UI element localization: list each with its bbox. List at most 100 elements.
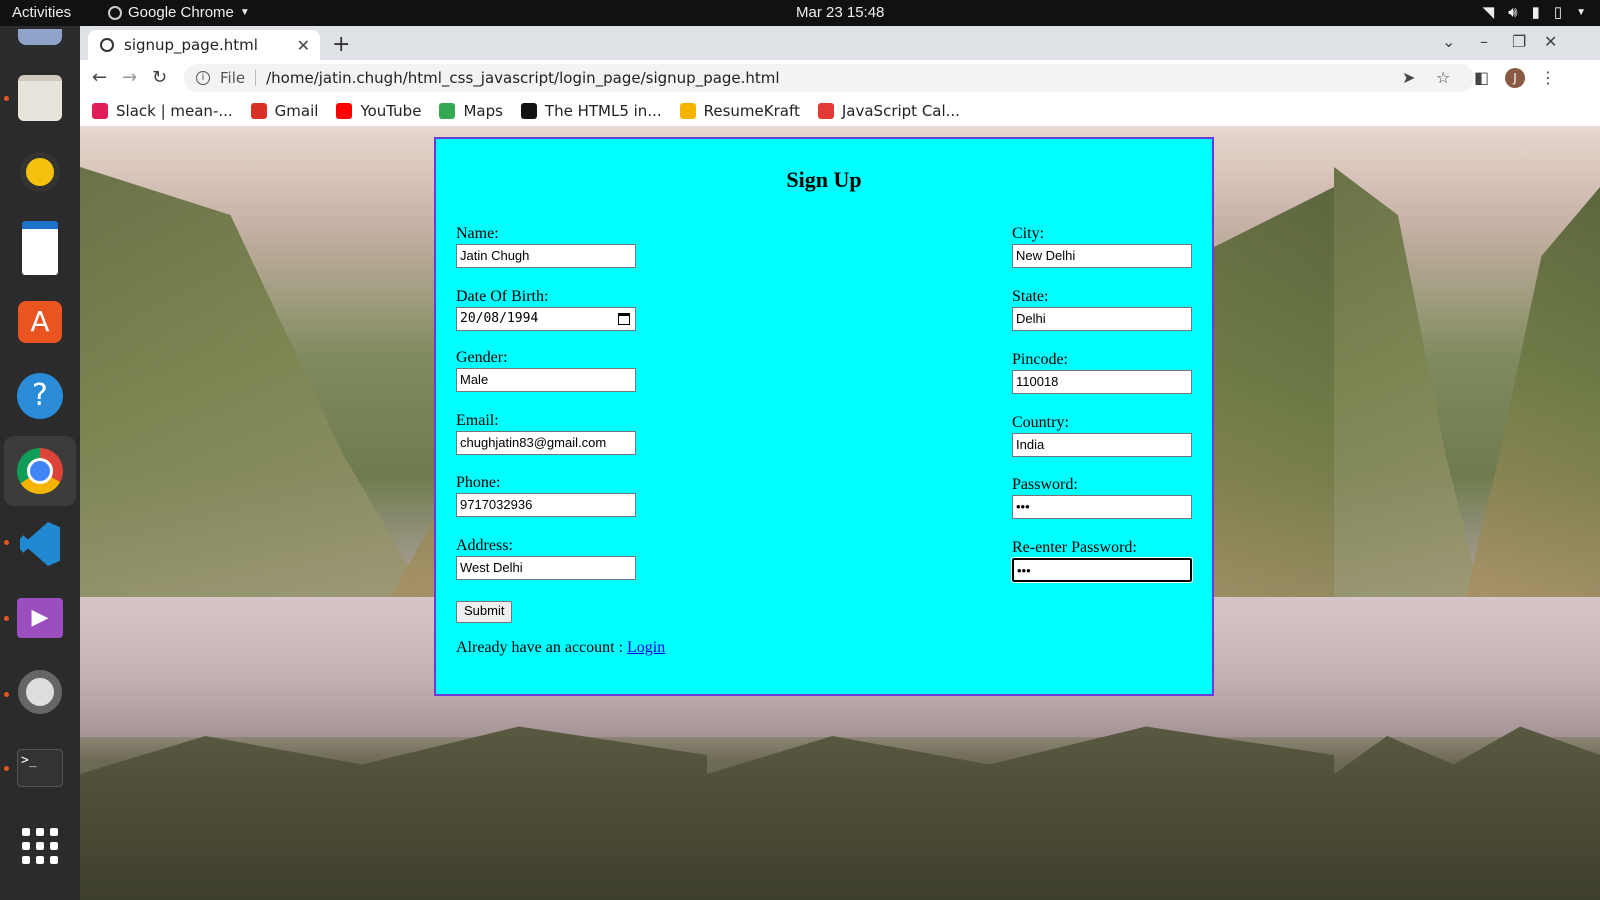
activities-button[interactable]: Activities bbox=[12, 4, 71, 21]
kebab-menu-icon[interactable]: ⋮ bbox=[1540, 68, 1556, 87]
name-label: Name: bbox=[456, 225, 499, 242]
state-input[interactable]: Delhi bbox=[1012, 307, 1192, 331]
close-tab-icon[interactable]: ✕ bbox=[297, 36, 310, 55]
clock[interactable]: Mar 23 15:48 bbox=[796, 4, 884, 21]
email-input[interactable]: chughjatin83@gmail.com bbox=[456, 431, 636, 455]
dob-label: Date Of Birth: bbox=[456, 288, 549, 305]
bookmark-gmail[interactable]: Gmail bbox=[250, 102, 318, 120]
address-input[interactable]: West Delhi bbox=[456, 556, 636, 580]
dob-input[interactable]: 20/08/1994 bbox=[456, 307, 636, 331]
name-input[interactable]: Jatin Chugh bbox=[456, 244, 636, 268]
app-menu[interactable]: Google Chrome ▼ bbox=[108, 4, 250, 21]
back-icon[interactable]: ← bbox=[92, 67, 107, 88]
microphone-icon: ▮ bbox=[1531, 4, 1540, 21]
gender-input[interactable]: Male bbox=[456, 368, 636, 392]
send-icon[interactable]: ➤ bbox=[1402, 68, 1415, 87]
slack-icon bbox=[92, 103, 108, 119]
bookmark-label: Maps bbox=[463, 102, 503, 120]
email-label: Email: bbox=[456, 412, 499, 429]
city-input[interactable]: New Delhi bbox=[1012, 244, 1192, 268]
files-icon[interactable] bbox=[14, 72, 66, 124]
bookmark-maps[interactable]: Maps bbox=[439, 102, 503, 120]
pincode-label: Pincode: bbox=[1012, 351, 1068, 368]
bookmark-javascript[interactable]: JavaScript Cal... bbox=[817, 102, 960, 120]
dock-partial-icon[interactable] bbox=[14, 26, 66, 48]
phone-field-group: Phone: 9717032936 bbox=[456, 474, 646, 517]
bookmark-slack[interactable]: Slack | mean-... bbox=[92, 102, 233, 120]
email-field-group: Email: chughjatin83@gmail.com bbox=[456, 412, 646, 455]
dock: A ? ▶ >_ bbox=[0, 26, 80, 900]
close-window-icon[interactable]: ✕ bbox=[1544, 32, 1557, 51]
globe-icon bbox=[100, 38, 114, 52]
address-label: Address: bbox=[456, 537, 513, 554]
app-menu-label: Google Chrome bbox=[128, 4, 234, 21]
bookmark-youtube[interactable]: YouTube bbox=[336, 102, 421, 120]
gender-label: Gender: bbox=[456, 349, 508, 366]
dob-value: 20/08/1994 bbox=[460, 311, 539, 326]
bookmark-label: JavaScript Cal... bbox=[841, 102, 960, 120]
gender-field-group: Gender: Male bbox=[456, 349, 646, 392]
wifi-icon: ◥ bbox=[1482, 4, 1495, 21]
browser-window: signup_page.html ✕ + ⌄ – ❐ ✕ ← → ↻ i Fil… bbox=[80, 26, 1600, 900]
system-top-bar: Activities Google Chrome ▼ Mar 23 15:48 … bbox=[0, 0, 1600, 26]
battery-icon: ▯ bbox=[1553, 4, 1563, 21]
reload-icon[interactable]: ↻ bbox=[152, 67, 167, 88]
password-field-group: Password: ••• bbox=[1012, 476, 1202, 519]
writer-icon[interactable] bbox=[14, 221, 66, 275]
calendar-icon[interactable] bbox=[618, 313, 630, 325]
forward-icon[interactable]: → bbox=[122, 67, 137, 88]
bookmark-resumekraft[interactable]: ResumeKraft bbox=[679, 102, 800, 120]
profile-avatar[interactable]: J bbox=[1505, 68, 1525, 88]
software-icon[interactable]: A bbox=[14, 296, 66, 348]
password-label: Password: bbox=[1012, 476, 1078, 493]
chrome-icon[interactable] bbox=[4, 436, 76, 506]
vscode-icon[interactable] bbox=[14, 518, 66, 570]
bookmark-label: Slack | mean-... bbox=[116, 102, 233, 120]
minimize-icon[interactable]: – bbox=[1480, 32, 1488, 51]
system-tray[interactable]: ◥ 🔊︎ ▮ ▯ ▼ bbox=[1482, 3, 1586, 22]
tab-signup-page[interactable]: signup_page.html ✕ bbox=[88, 30, 320, 60]
side-panel-icon[interactable]: ◧ bbox=[1474, 68, 1489, 87]
star-icon[interactable]: ☆ bbox=[1436, 68, 1450, 87]
password-input[interactable]: ••• bbox=[1012, 495, 1192, 519]
new-tab-button[interactable]: + bbox=[332, 32, 350, 57]
terminal-icon[interactable]: >_ bbox=[14, 742, 66, 794]
tab-search-icon[interactable]: ⌄ bbox=[1442, 32, 1455, 51]
submit-button[interactable]: Submit bbox=[456, 601, 513, 623]
city-label: City: bbox=[1012, 225, 1045, 242]
phone-input[interactable]: 9717032936 bbox=[456, 493, 636, 517]
country-input[interactable]: India bbox=[1012, 433, 1192, 457]
chrome-small-icon bbox=[108, 5, 122, 20]
app-grid-icon[interactable] bbox=[14, 820, 66, 872]
reenter-password-label: Re-enter Password: bbox=[1012, 539, 1137, 556]
background-image bbox=[1334, 127, 1600, 900]
bookmarks-bar: Slack | mean-... Gmail YouTube Maps The … bbox=[80, 96, 1600, 127]
page-viewport: Sign Up Name: Jatin Chugh Date Of Birth:… bbox=[80, 127, 1600, 900]
maps-icon bbox=[439, 103, 456, 119]
chevron-down-icon: ▼ bbox=[239, 7, 250, 18]
settings-icon[interactable] bbox=[14, 666, 66, 718]
dob-field-group: Date Of Birth: 20/08/1994 bbox=[456, 288, 646, 331]
volume-icon: 🔊︎ bbox=[1508, 3, 1518, 21]
login-link[interactable]: Login bbox=[627, 639, 665, 656]
bookmark-html5[interactable]: The HTML5 in... bbox=[520, 102, 662, 120]
restore-icon[interactable]: ❐ bbox=[1512, 32, 1526, 51]
tab-title: signup_page.html bbox=[124, 36, 258, 54]
tab-strip: signup_page.html ✕ + ⌄ – ❐ ✕ bbox=[80, 26, 1600, 60]
bookmark-label: ResumeKraft bbox=[703, 102, 800, 120]
info-icon[interactable]: i bbox=[196, 71, 210, 85]
pincode-input[interactable]: 110018 bbox=[1012, 370, 1192, 394]
resumekraft-icon bbox=[679, 103, 696, 119]
help-icon[interactable]: ? bbox=[14, 370, 66, 422]
reenter-password-input[interactable]: ••• bbox=[1011, 557, 1193, 583]
url-text[interactable]: /home/jatin.chugh/html_css_javascript/lo… bbox=[266, 69, 779, 87]
rhythmbox-icon[interactable] bbox=[14, 146, 66, 198]
bookmark-label: YouTube bbox=[360, 102, 422, 120]
state-label: State: bbox=[1012, 288, 1049, 305]
address-bar[interactable]: i File /home/jatin.chugh/html_css_javasc… bbox=[184, 64, 1474, 92]
browser-toolbar: ← → ↻ i File /home/jatin.chugh/html_css_… bbox=[80, 60, 1600, 96]
videos-icon[interactable]: ▶ bbox=[14, 592, 66, 644]
scheme-label: File bbox=[220, 69, 246, 87]
country-label: Country: bbox=[1012, 414, 1069, 431]
pincode-field-group: Pincode: 110018 bbox=[1012, 351, 1202, 394]
